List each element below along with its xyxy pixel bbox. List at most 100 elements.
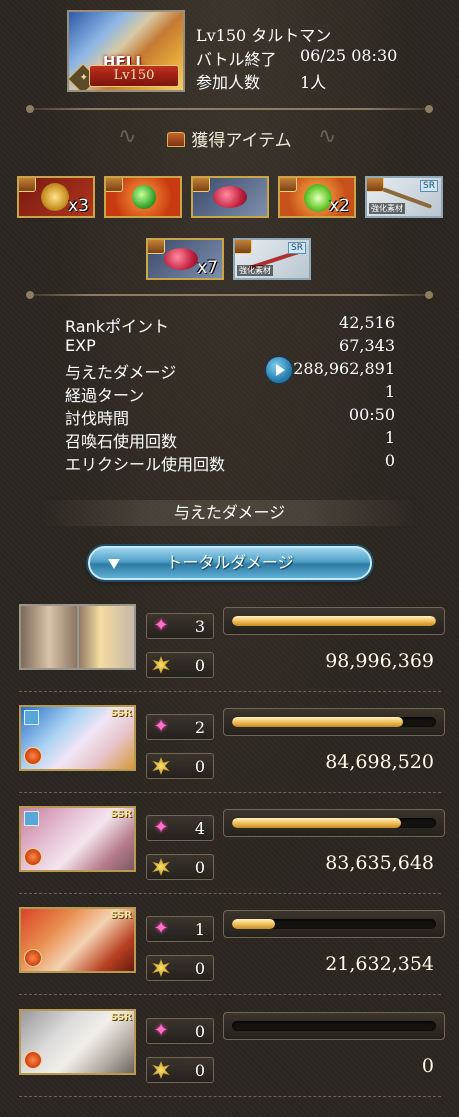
item-tile-meat[interactable] [191,176,269,218]
green-orb-icon [132,185,156,209]
gold-gear-icon [41,183,69,211]
item-quantity: x7 [197,258,218,278]
burst-icon [152,1061,170,1079]
sparkle-icon: ✦ [153,716,169,737]
header-divider [12,104,447,114]
skill-count: 1 [194,920,205,939]
character-portrait[interactable]: SSR [19,806,136,872]
damage-bar-track [232,1021,436,1031]
ssr-rarity-badge: SSR [110,809,132,820]
total-damage-label: トータルダメージ [166,553,294,572]
stat-label-exp: EXP [65,336,96,355]
skill-count-box: ✦ 0 [146,1018,214,1044]
fire-element-icon [24,949,42,967]
stat-value-exp: 67,343 [339,336,395,355]
stat-value-time: 00:50 [348,405,395,424]
damage-bar-fill [232,717,404,727]
damage-section-title: 与えたダメージ [40,500,419,526]
sparkle-icon: ✦ [153,918,169,939]
item-chest-icon [280,178,297,192]
skill-count-box: ✦ 2 [146,714,214,740]
stat-value-rank-points: 42,516 [339,313,395,332]
skill-count: 3 [194,617,205,636]
row-separator [19,792,441,793]
skill-count: 4 [194,819,205,838]
item-tile-green-orb[interactable] [104,176,182,218]
rarity-badge: SR [288,242,306,254]
burst-icon [152,959,170,977]
skill-count: 2 [194,718,205,737]
quest-thumbnail: HELL ✦ Lv150 [67,10,185,92]
ougi-count-box: 0 [146,955,214,981]
skill-count-box: ✦ 3 [146,613,214,639]
fire-element-icon [24,848,42,866]
damage-bar-fill [232,919,275,929]
material-tag: 強化素材 [237,265,273,276]
character-portrait[interactable]: SSR [19,907,136,973]
skill-count: 0 [194,1022,205,1041]
stat-label-damage: 与えたダメージ [65,363,177,382]
ougi-count-box: 0 [146,652,214,678]
item-tile-enhancement-weapon[interactable]: SR 強化素材 [365,176,443,218]
item-quantity: x2 [329,196,350,216]
item-quantity: x3 [68,196,89,216]
stat-label-summon-uses: 召喚石使用回数 [65,432,178,451]
item-tile-meat-2[interactable]: x7 [146,238,224,280]
battle-end-value: 06/25 08:30 [300,46,398,65]
burst-icon [152,656,170,674]
sparkle-icon: ✦ [153,1020,169,1041]
dropdown-triangle-icon [108,559,120,569]
items-section-title: 獲得アイテム [0,126,459,151]
row-separator [19,1096,441,1097]
character-portrait[interactable]: SSR [19,705,136,771]
portrait-divider [77,606,79,668]
stat-label-turns: 経過ターン [65,386,145,405]
quest-title: Lv150 タルトマン [196,26,332,45]
participants-label: 参加人数 [196,73,261,92]
meat-icon [164,248,198,270]
character-portrait[interactable]: SSR [19,1009,136,1075]
item-chest-icon [106,178,123,192]
ring-icon [24,811,39,826]
treasure-chest-icon [167,132,186,147]
sparkle-icon: ✦ [153,615,169,636]
item-tile-enhancement-weapon-2[interactable]: SR 強化素材 [233,238,311,280]
character-damage-value: 0 [421,1055,434,1077]
ougi-count: 0 [194,757,205,776]
ring-icon [24,710,39,725]
character-damage-value: 83,635,648 [325,852,434,874]
skill-count-box: ✦ 1 [146,916,214,942]
ssr-rarity-badge: SSR [110,708,132,719]
ougi-count: 0 [194,1061,205,1080]
ougi-count: 0 [194,656,205,675]
damage-bar-fill [232,818,402,828]
damage-bar-track [232,717,436,727]
item-chest-icon [148,240,165,254]
item-chest-icon [193,178,210,192]
skill-count-box: ✦ 4 [146,815,214,841]
item-chest-icon [235,240,252,254]
damage-bar [223,809,445,837]
stat-value-summon-uses: 1 [384,428,395,447]
item-tile-gold-gear[interactable]: x3 [17,176,95,218]
item-tile-green-crystal[interactable]: x2 [278,176,356,218]
meat-icon [213,186,247,208]
stat-label-rank-points: Rankポイント [65,317,169,336]
damage-bar-track [232,616,436,626]
character-damage-value: 84,698,520 [325,751,434,773]
damage-detail-play-icon[interactable] [266,357,292,383]
ougi-count-box: 0 [146,854,214,880]
burst-icon [152,757,170,775]
character-portrait[interactable] [19,604,136,670]
ougi-count: 0 [194,858,205,877]
participants-value: 1人 [300,73,327,92]
row-separator [19,994,441,995]
total-damage-toggle-button[interactable]: トータルダメージ [88,546,372,580]
ougi-count: 0 [194,959,205,978]
damage-bar [223,708,445,736]
burst-icon [152,858,170,876]
green-crystal-icon [304,184,332,212]
ougi-count-box: 0 [146,1057,214,1083]
item-chest-icon [19,178,36,192]
sparkle-icon: ✦ [153,817,169,838]
